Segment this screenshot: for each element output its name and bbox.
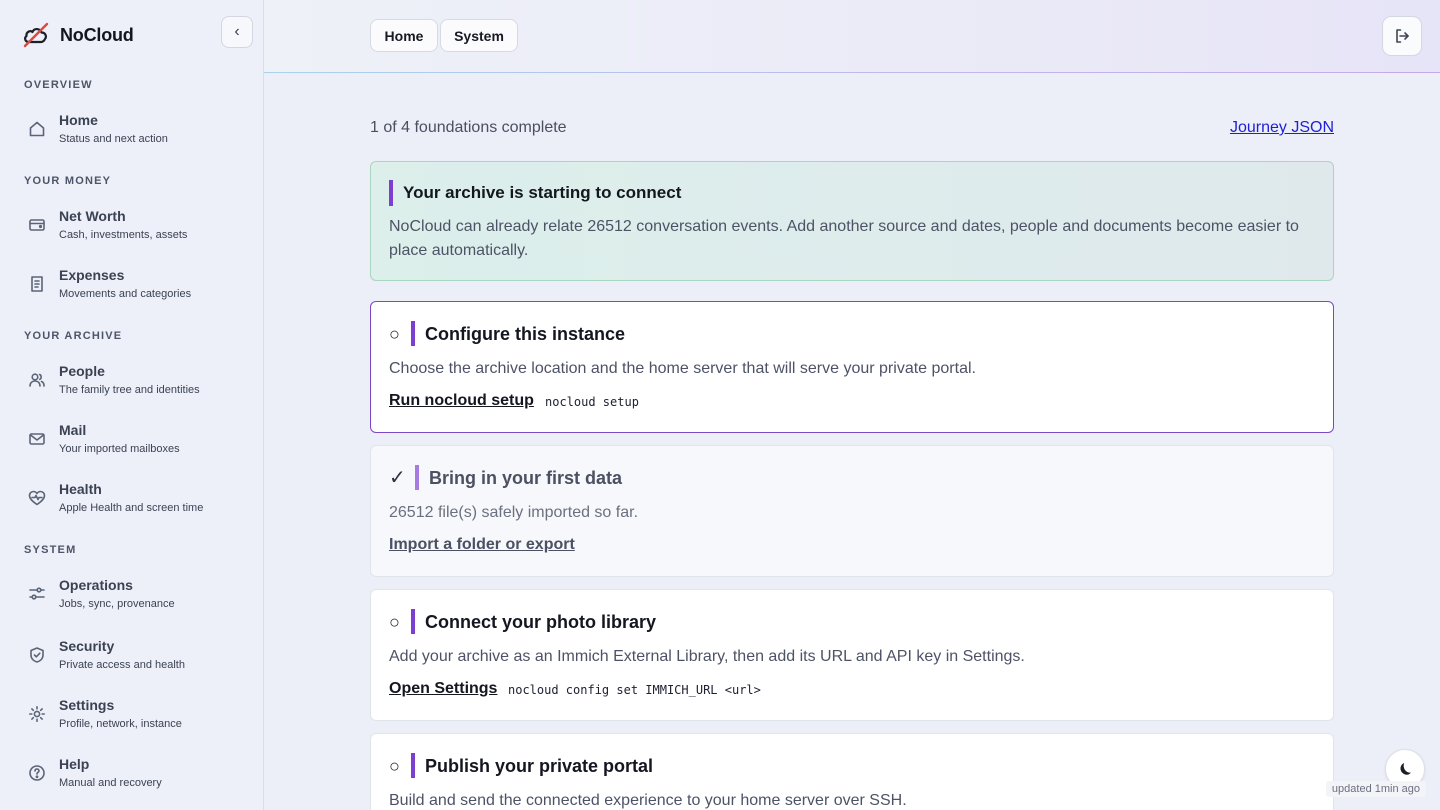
step-card-publish-portal: ○ Publish your private portal Build and … xyxy=(370,733,1334,810)
step-accent-bar xyxy=(415,465,419,490)
sidebar-item-subtitle: Jobs, sync, provenance xyxy=(59,598,175,610)
step-status-icon: ○ xyxy=(389,324,400,344)
sidebar-item-subtitle: Profile, network, instance xyxy=(59,718,182,730)
banner-body: NoCloud can already relate 26512 convers… xyxy=(389,218,1299,259)
top-bar-divider xyxy=(264,72,1440,73)
sidebar-item-security[interactable]: Security Private access and health xyxy=(24,638,248,686)
import-folder-link[interactable]: Import a folder or export xyxy=(389,536,575,554)
sidebar-item-subtitle: Your imported mailboxes xyxy=(59,443,180,455)
sidebar-item-expenses[interactable]: Expenses Movements and categories xyxy=(24,267,248,315)
tab-home[interactable]: Home xyxy=(370,19,438,52)
sidebar-item-label: Net Worth xyxy=(59,208,126,224)
section-label-archive: YOUR ARCHIVE xyxy=(24,330,123,342)
chevron-left-icon: ‹ xyxy=(234,23,240,40)
section-label-system: SYSTEM xyxy=(24,544,77,556)
sidebar-item-label: Security xyxy=(59,638,115,654)
sidebar-item-subtitle: Manual and recovery xyxy=(59,777,162,789)
banner-title: Your archive is starting to connect xyxy=(403,183,682,202)
step-accent-bar xyxy=(411,321,415,346)
sidebar-item-mail[interactable]: Mail Your imported mailboxes xyxy=(24,422,248,470)
step-command: nocloud config set IMMICH_URL <url> xyxy=(508,683,761,697)
sidebar-item-subtitle: Private access and health xyxy=(59,659,185,671)
open-settings-link[interactable]: Open Settings xyxy=(389,680,497,698)
step-description: 26512 file(s) safely imported so far. xyxy=(389,504,639,521)
sidebar-item-help[interactable]: Help Manual and recovery xyxy=(24,756,248,804)
step-description: Build and send the connected experience … xyxy=(389,792,907,809)
help-icon xyxy=(28,764,48,784)
moon-icon xyxy=(1400,763,1411,775)
sidebar-item-people[interactable]: People The family tree and identities xyxy=(24,363,248,411)
wallet-icon xyxy=(28,216,48,236)
sidebar-item-label: Home xyxy=(59,112,98,128)
receipt-icon xyxy=(28,275,48,295)
banner-accent-bar xyxy=(389,180,393,206)
sidebar-item-operations[interactable]: Operations Jobs, sync, provenance xyxy=(24,577,248,625)
step-title: Publish your private portal xyxy=(425,756,654,776)
heart-pulse-icon xyxy=(28,489,48,509)
checkmark-icon: ✓ xyxy=(389,467,406,489)
step-title: Configure this instance xyxy=(425,324,626,344)
step-description: Choose the archive location and the home… xyxy=(389,360,976,377)
shield-icon xyxy=(28,646,48,666)
sidebar: NoCloud ‹ OVERVIEW Home Status and next … xyxy=(0,0,264,810)
sidebar-item-label: Health xyxy=(59,481,102,497)
gear-icon xyxy=(28,705,48,725)
sidebar-item-subtitle: Status and next action xyxy=(59,133,168,145)
section-label-money: YOUR MONEY xyxy=(24,175,112,187)
sidebar-item-subtitle: Apple Health and screen time xyxy=(59,502,204,514)
brand-name: NoCloud xyxy=(60,24,134,45)
step-title: Bring in your first data xyxy=(429,468,623,488)
brand[interactable]: NoCloud xyxy=(22,22,134,48)
sidebar-item-subtitle: The family tree and identities xyxy=(59,384,200,396)
run-setup-link[interactable]: Run nocloud setup xyxy=(389,392,534,410)
step-command: nocloud setup xyxy=(545,395,639,409)
collapse-sidebar-button[interactable]: ‹ xyxy=(221,16,253,48)
step-accent-bar xyxy=(411,753,415,778)
sidebar-item-label: Mail xyxy=(59,422,87,438)
sidebar-item-home[interactable]: Home Status and next action xyxy=(24,112,248,160)
step-description: Add your archive as an Immich External L… xyxy=(389,648,1025,665)
logout-button[interactable] xyxy=(1382,16,1422,56)
sidebar-item-label: Operations xyxy=(59,577,133,593)
sidebar-item-label: Settings xyxy=(59,697,115,713)
last-updated-label: updated 1min ago xyxy=(1325,781,1426,797)
journey-json-link[interactable]: Journey JSON xyxy=(1230,119,1334,137)
step-card-photo-library: ○ Connect your photo library Add your ar… xyxy=(370,589,1334,721)
sidebar-item-subtitle: Cash, investments, assets xyxy=(59,229,188,241)
sidebar-item-label: Help xyxy=(59,756,90,772)
sidebar-item-settings[interactable]: Settings Profile, network, instance xyxy=(24,697,248,745)
step-card-configure: ○ Configure this instance Choose the arc… xyxy=(370,301,1334,433)
step-status-icon: ○ xyxy=(389,612,400,632)
tab-system[interactable]: System xyxy=(440,19,518,52)
sliders-icon xyxy=(28,585,48,605)
nocloud-logo-icon xyxy=(23,22,49,48)
section-label-overview: OVERVIEW xyxy=(24,79,93,91)
logout-icon xyxy=(1396,29,1409,43)
foundations-progress: 1 of 4 foundations complete xyxy=(370,119,567,136)
sidebar-item-label: Expenses xyxy=(59,267,125,283)
sidebar-item-subtitle: Movements and categories xyxy=(59,288,192,300)
step-title: Connect your photo library xyxy=(425,612,657,632)
step-accent-bar xyxy=(411,609,415,634)
mail-icon xyxy=(28,430,48,450)
sidebar-item-net-worth[interactable]: Net Worth Cash, investments, assets xyxy=(24,208,248,256)
sidebar-item-health[interactable]: Health Apple Health and screen time xyxy=(24,481,248,529)
step-card-first-data: ✓ Bring in your first data 26512 file(s)… xyxy=(370,445,1334,577)
sidebar-item-label: People xyxy=(59,363,105,379)
status-banner: Your archive is starting to connect NoCl… xyxy=(370,161,1334,281)
step-status-icon: ○ xyxy=(389,756,400,776)
home-icon xyxy=(28,120,48,140)
people-icon xyxy=(28,371,48,391)
